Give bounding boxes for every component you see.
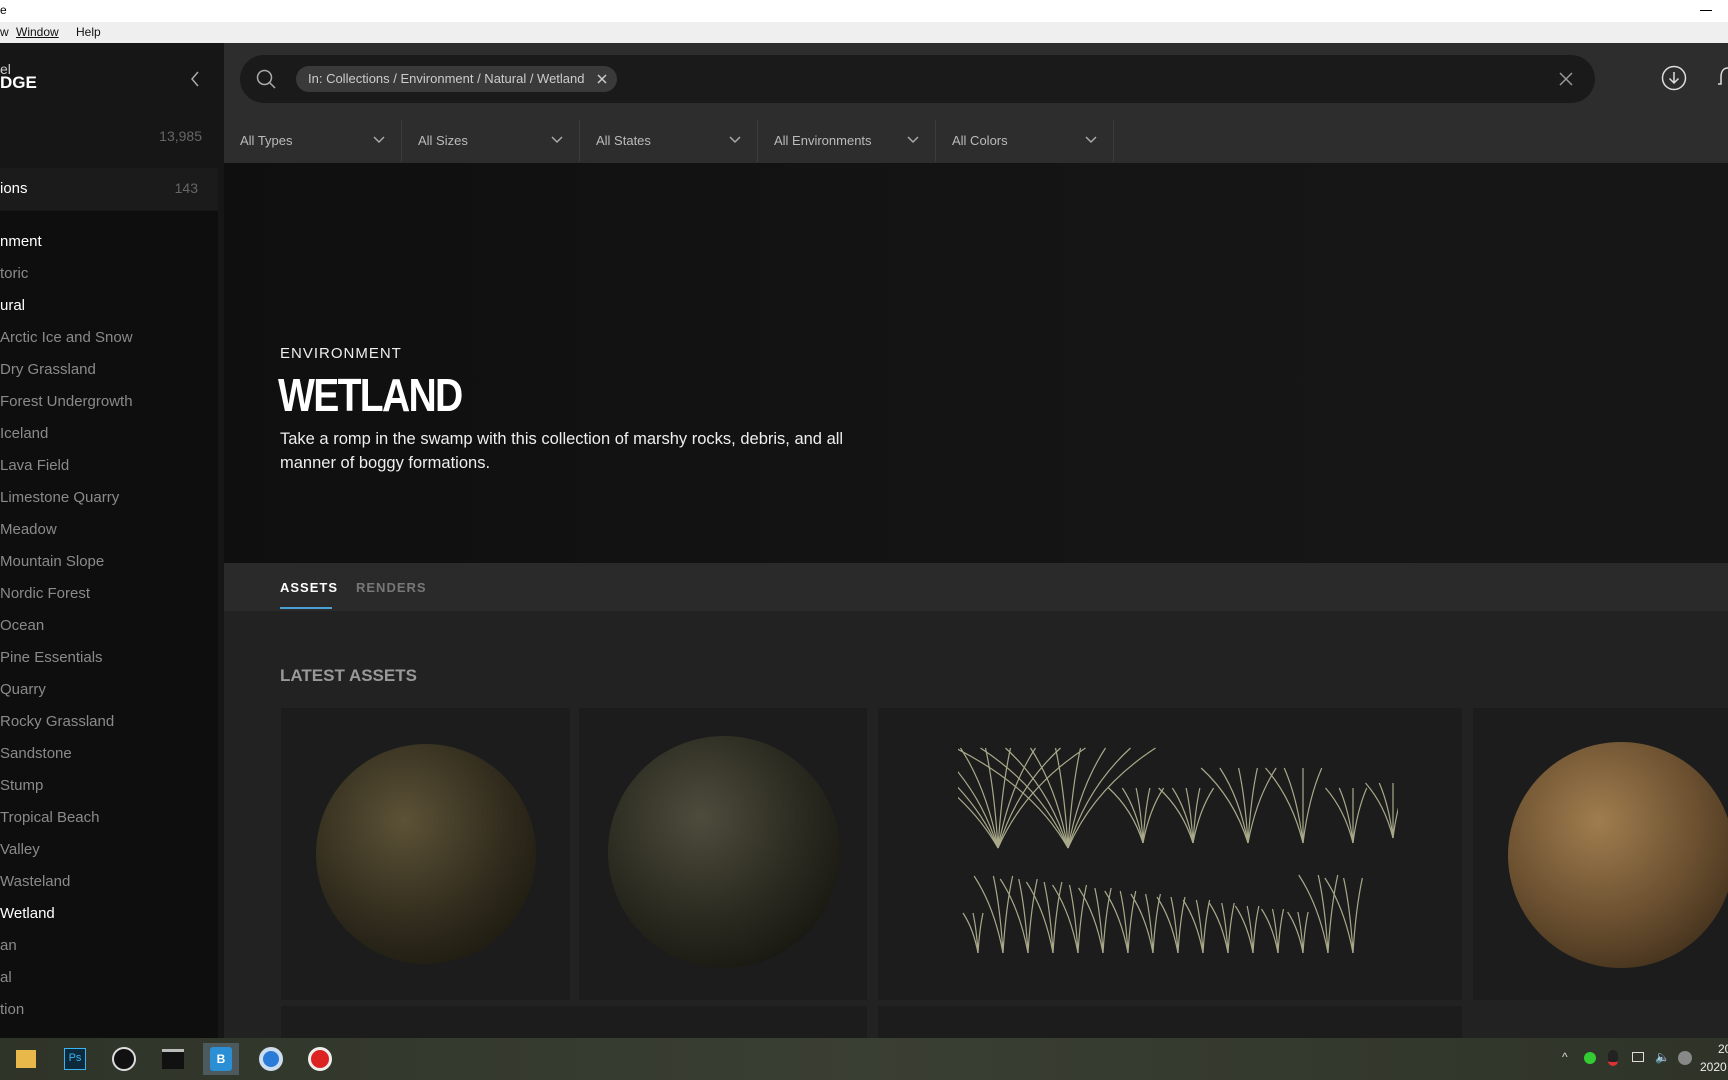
tray-expand-icon[interactable]: ^ [1562, 1050, 1568, 1064]
minimize-button[interactable] [1700, 10, 1712, 11]
filter-dropdown[interactable]: All Environments [758, 120, 936, 162]
tab-assets[interactable]: ASSETS [280, 580, 338, 595]
clock-date[interactable]: 2020 [1700, 1060, 1727, 1074]
menu-window[interactable]: Window [16, 25, 59, 39]
sidebar-tree-item[interactable]: Valley [0, 841, 40, 858]
collection-tree: nment toric ural Arctic Ice and Snow Dry Gra… [0, 211, 218, 1038]
hero-title: WETLAND [278, 369, 463, 421]
hero-description: Take a romp in the swamp with this colle… [280, 430, 844, 472]
volume-icon[interactable]: 🔈 [1655, 1050, 1670, 1064]
sidebar-tree-item[interactable]: toric [0, 265, 28, 282]
qq-icon[interactable] [1608, 1050, 1618, 1066]
search-icon [256, 69, 276, 89]
chevron-down-icon [907, 136, 919, 144]
notifications-icon[interactable] [1718, 66, 1728, 90]
sidebar-tree-item[interactable]: Arctic Ice and Snow [0, 329, 133, 346]
menu-bar: w Window Help [0, 22, 1728, 43]
sidebar-tree-item[interactable]: Forest Undergrowth [0, 393, 133, 410]
sidebar-tree-item[interactable]: an [0, 937, 17, 954]
menu-view[interactable]: w [0, 25, 9, 39]
clear-search-icon[interactable] [1559, 72, 1573, 86]
recorder-icon[interactable] [302, 1043, 338, 1075]
logo: el DGE [0, 61, 37, 92]
sidebar-tree-item[interactable]: Quarry [0, 681, 46, 698]
menu-help[interactable]: Help [76, 25, 101, 39]
sidebar-tree-item[interactable]: Limestone Quarry [0, 489, 119, 506]
sidebar-tree-item[interactable]: Pine Essentials [0, 649, 103, 666]
asset-card[interactable] [579, 708, 867, 1000]
file-explorer-icon[interactable] [8, 1043, 44, 1075]
sidebar-tree-item[interactable]: ural [0, 297, 25, 314]
tab-renders[interactable]: RENDERS [356, 580, 427, 595]
sidebar-tree-item[interactable]: al [0, 969, 12, 986]
network-icon[interactable] [1632, 1052, 1644, 1062]
filter-dropdown[interactable]: All States [580, 120, 758, 162]
sidebar-tree-item[interactable]: Wetland [0, 905, 55, 922]
sidebar-tree-item[interactable]: nment [0, 233, 42, 250]
hero-eyebrow: ENVIRONMENT [280, 345, 402, 362]
search-filter-chip: In: Collections / Environment / Natural … [296, 66, 617, 92]
terminal-icon[interactable] [155, 1043, 191, 1075]
filter-dropdown[interactable]: All Colors [936, 120, 1114, 162]
chevron-down-icon [1085, 136, 1097, 144]
chevron-down-icon [373, 136, 385, 144]
remove-chip-icon[interactable] [596, 74, 607, 84]
collapse-sidebar-icon[interactable] [190, 71, 200, 87]
clock-time[interactable]: 20 [1718, 1042, 1728, 1056]
asset-thumbnail [608, 736, 840, 968]
chevron-down-icon [729, 136, 741, 144]
asset-thumbnail [958, 747, 1398, 954]
wechat-icon[interactable] [1584, 1052, 1596, 1064]
close-circle-icon[interactable] [1678, 1051, 1692, 1065]
sidebar-item-all[interactable]: 13,985 [0, 128, 224, 152]
sidebar-tree-item[interactable]: Tropical Beach [0, 809, 100, 826]
sidebar-tree-item[interactable]: Lava Field [0, 457, 69, 474]
unreal-engine-icon[interactable] [106, 1043, 142, 1075]
sidebar-tree-item[interactable]: Dry Grassland [0, 361, 96, 378]
bridge-icon[interactable]: B [203, 1043, 239, 1075]
sidebar-tree-item[interactable]: Wasteland [0, 873, 70, 890]
sidebar-item-collections[interactable]: ions 143 [0, 168, 218, 210]
sidebar-tree-item[interactable]: Ocean [0, 617, 44, 634]
collection-hero: ENVIRONMENT WETLAND Take a romp in the s… [224, 163, 1728, 563]
search-bar[interactable]: In: Collections / Environment / Natural … [240, 55, 1595, 103]
sidebar-tree-item[interactable]: Sandstone [0, 745, 72, 762]
filter-dropdown[interactable]: All Sizes [402, 120, 580, 162]
asset-card[interactable] [1473, 708, 1728, 1000]
asset-card[interactable] [281, 708, 570, 1000]
sidebar-tree-item[interactable]: Nordic Forest [0, 585, 90, 602]
asset-thumbnail [316, 744, 536, 964]
sidebar-tree-item[interactable]: Rocky Grassland [0, 713, 114, 730]
tab-bar: ASSETS RENDERS [224, 563, 1728, 611]
downloads-icon[interactable] [1661, 65, 1687, 91]
taskbar: Ps B ^ 🔈 20 2020 [0, 1038, 1728, 1080]
active-tab-indicator [280, 607, 332, 609]
asset-thumbnail [1508, 742, 1728, 968]
photoshop-icon[interactable]: Ps [57, 1043, 93, 1075]
asset-card[interactable] [878, 708, 1462, 1000]
section-title: LATEST ASSETS [280, 666, 417, 685]
sidebar-tree-item[interactable]: Iceland [0, 425, 48, 442]
sidebar-tree-item[interactable]: Meadow [0, 521, 57, 538]
sidebar-tree-item[interactable]: Mountain Slope [0, 553, 104, 570]
window-title: e [0, 3, 7, 17]
title-bar: e [0, 0, 1728, 22]
browser-icon[interactable] [253, 1043, 289, 1075]
sidebar-tree-item[interactable]: tion [0, 1001, 24, 1018]
sidebar-tree-item[interactable]: Stump [0, 777, 43, 794]
chevron-down-icon [551, 136, 563, 144]
filter-dropdown[interactable]: All Types [224, 120, 402, 162]
